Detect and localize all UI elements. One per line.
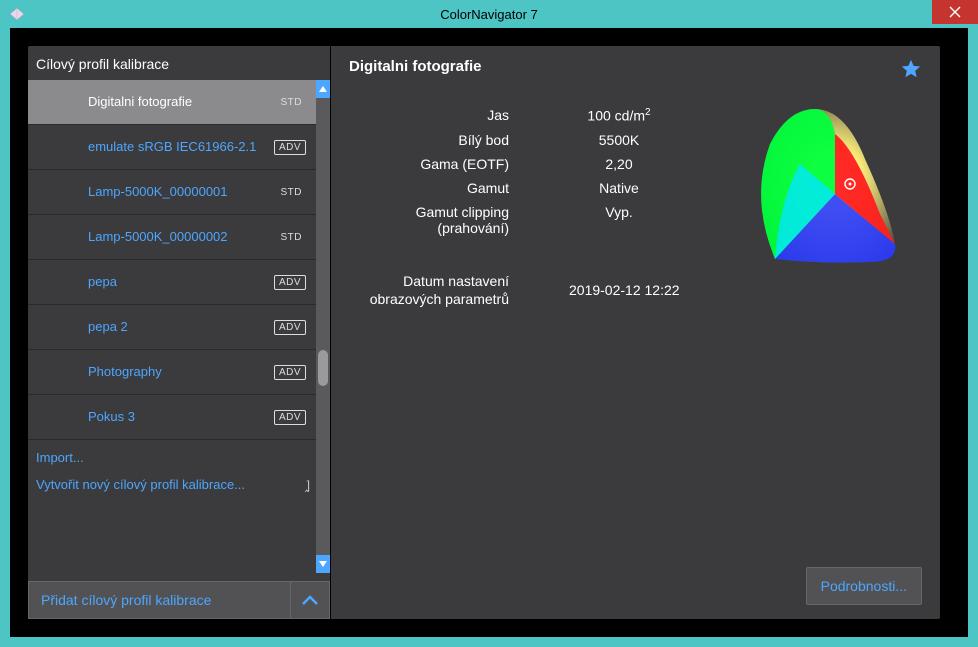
profile-badge: ADV bbox=[274, 140, 306, 155]
chevron-up-icon bbox=[302, 595, 318, 605]
favorite-star-button[interactable] bbox=[900, 58, 922, 83]
profile-item[interactable]: Digitalni fotografie STD bbox=[28, 80, 316, 125]
profile-label: Digitalni fotografie bbox=[88, 94, 277, 111]
titlebar: ColorNavigator 7 bbox=[0, 0, 978, 28]
main-panel: Digitalni fotografie Jas 100 cd/m2 Bílý … bbox=[331, 46, 940, 619]
star-icon bbox=[900, 58, 922, 80]
gamma-label: Gama (EOTF) bbox=[349, 156, 509, 172]
profile-label: Photography bbox=[88, 364, 274, 381]
scroll-up-button[interactable] bbox=[316, 80, 330, 98]
profile-item[interactable]: pepa 2 ADV bbox=[28, 305, 316, 350]
profile-item[interactable]: emulate sRGB IEC61966-2.1 ADV bbox=[28, 125, 316, 170]
import-label: Import... bbox=[36, 450, 84, 465]
profile-item[interactable]: Photography ADV bbox=[28, 350, 316, 395]
profile-badge: STD bbox=[277, 96, 307, 109]
whitepoint-value: 5500K bbox=[539, 132, 699, 148]
scrollbar-track[interactable] bbox=[316, 98, 330, 555]
adjustment-date-value: 2019-02-12 12:22 bbox=[539, 282, 739, 298]
profile-label: emulate sRGB IEC61966-2.1 bbox=[88, 139, 274, 156]
profile-badge: STD bbox=[277, 186, 307, 199]
window-close-button[interactable] bbox=[932, 0, 978, 24]
profile-badge: ADV bbox=[274, 410, 306, 425]
add-profile-label: Přidat cílový profil kalibrace bbox=[41, 592, 211, 608]
profile-label: pepa 2 bbox=[88, 319, 274, 336]
scrollbar-thumb[interactable] bbox=[318, 350, 328, 386]
create-label: Vytvořit nový cílový profil kalibrace... bbox=[36, 477, 245, 492]
profile-badge: STD bbox=[277, 231, 307, 244]
details-button[interactable]: Podrobnosti... bbox=[806, 567, 922, 605]
profile-badge: ADV bbox=[274, 365, 306, 380]
whitepoint-label: Bílý bod bbox=[349, 132, 509, 148]
scroll-down-button[interactable] bbox=[316, 555, 330, 573]
gamut-diagram bbox=[740, 104, 910, 274]
profile-item[interactable]: Lamp-5000K_00000002 STD bbox=[28, 215, 316, 260]
window-title: ColorNavigator 7 bbox=[0, 7, 978, 22]
profile-badge: ADV bbox=[274, 275, 306, 290]
gamut-value: Native bbox=[539, 180, 699, 196]
profile-label: Pokus 3 bbox=[88, 409, 274, 426]
profile-item[interactable]: pepa ADV bbox=[28, 260, 316, 305]
text-cursor-icon: ‸] bbox=[305, 478, 308, 492]
clipping-value: Vyp. bbox=[539, 204, 699, 236]
profile-badge: ADV bbox=[274, 320, 306, 335]
adjustment-date-label: Datum nastavení obrazových parametrů bbox=[349, 272, 509, 308]
gamma-value: 2,20 bbox=[539, 156, 699, 172]
profile-label: Lamp-5000K_00000002 bbox=[88, 229, 277, 246]
sidebar-header: Cílový profil kalibrace bbox=[28, 46, 330, 80]
brightness-value: 100 cd/m2 bbox=[539, 107, 699, 124]
sidebar: Cílový profil kalibrace Digitalni fotogr… bbox=[28, 46, 331, 619]
brightness-label: Jas bbox=[349, 107, 509, 124]
create-profile-action[interactable]: Vytvořit nový cílový profil kalibrace...… bbox=[36, 471, 308, 498]
gamut-label: Gamut bbox=[349, 180, 509, 196]
app-body: Cílový profil kalibrace Digitalni fotogr… bbox=[10, 28, 968, 637]
clipping-label: Gamut clipping (prahování) bbox=[349, 204, 509, 236]
profile-label: pepa bbox=[88, 274, 274, 291]
profile-label: Lamp-5000K_00000001 bbox=[88, 184, 277, 201]
add-profile-collapse-button[interactable] bbox=[290, 581, 330, 619]
profile-item[interactable]: Lamp-5000K_00000001 STD bbox=[28, 170, 316, 215]
details-button-label: Podrobnosti... bbox=[821, 578, 907, 594]
app-icon bbox=[8, 5, 26, 23]
profile-item[interactable]: Pokus 3 ADV bbox=[28, 395, 316, 440]
import-action[interactable]: Import... bbox=[36, 444, 308, 471]
scrollbar[interactable] bbox=[316, 80, 330, 573]
add-profile-button[interactable]: Přidat cílový profil kalibrace bbox=[28, 581, 290, 619]
profile-title: Digitalni fotografie bbox=[349, 58, 482, 75]
